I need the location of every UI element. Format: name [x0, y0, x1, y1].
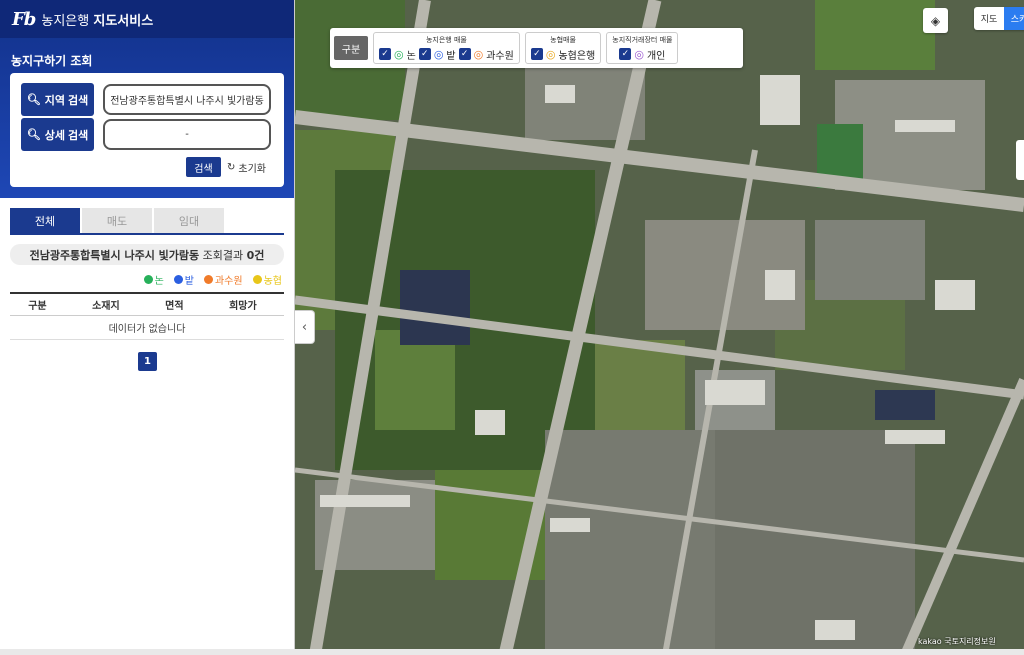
empty-message: 데이터가 없습니다 — [10, 315, 284, 340]
zoom-control[interactable] — [1016, 140, 1024, 180]
tab-rent[interactable]: 임대 — [154, 208, 224, 233]
checkbox-paddy[interactable]: ✓ — [379, 48, 391, 60]
refresh-icon: ↻ — [227, 161, 236, 173]
filter-group-farmbank: 농지은행 매물 ✓ ◎ 논 ✓ ◎ 밭 ✓ ◎ 과수원 — [373, 32, 520, 64]
legend-item: 밭 — [173, 272, 194, 287]
legend-item: 농협 — [252, 272, 282, 287]
blue-dot-icon — [173, 275, 183, 284]
search-panel: Fb 농지은행 지도서비스 농지구하기 조회 🔍︎ 지역 검색 전남광주통합특별… — [0, 0, 294, 198]
detail-search-button[interactable]: 🔍︎ 상세 검색 — [21, 118, 94, 151]
sidebar: Fb 농지은행 지도서비스 농지구하기 조회 🔍︎ 지역 검색 전남광주통합특별… — [0, 0, 295, 655]
map-pin-icon: ◎ — [433, 47, 444, 61]
layers-icon: ◈ — [930, 13, 941, 28]
map-filter-bar: 구분 농지은행 매물 ✓ ◎ 논 ✓ ◎ 밭 ✓ ◎ 과수원 농협매물 ✓ ◎ … — [330, 28, 743, 68]
tab-underline — [10, 233, 284, 235]
orange-dot-icon — [203, 275, 213, 284]
col-header: 면적 — [146, 292, 202, 316]
legend-item: 과수원 — [203, 272, 243, 287]
yellow-dot-icon — [252, 275, 262, 284]
filter-label: 구분 — [334, 36, 368, 60]
search-card: 🔍︎ 지역 검색 전남광주통합특별시 나주시 빛가람동 🔍︎ 상세 검색 - 검… — [10, 73, 284, 187]
legend-item: 논 — [143, 272, 164, 287]
region-field[interactable]: 전남광주통합특별시 나주시 빛가람동 — [103, 84, 271, 115]
detail-field[interactable]: - — [103, 119, 271, 150]
map-type-toggle: 지도 스카 — [974, 7, 1024, 30]
search-icon: 🔍︎ — [26, 129, 41, 141]
page-1-button[interactable]: 1 — [138, 352, 157, 371]
collapse-panel-button[interactable]: ‹ — [295, 310, 315, 344]
legend: 논 밭 과수원 농협 — [143, 272, 282, 287]
filter-group-direct: 농지직거래장터 매물 ✓ ◎ 개인 — [606, 32, 679, 64]
section-title: 농지구하기 조회 — [11, 54, 93, 68]
map-type-map[interactable]: 지도 — [974, 7, 1004, 30]
green-dot-icon — [143, 275, 153, 284]
region-search-button[interactable]: 🔍︎ 지역 검색 — [21, 83, 94, 116]
tab-sale[interactable]: 매도 — [82, 208, 152, 233]
checkbox-nh-bank[interactable]: ✓ — [530, 48, 543, 60]
horizontal-scrollbar[interactable] — [0, 649, 1024, 655]
search-icon: 🔍︎ — [26, 94, 41, 106]
checkbox-individual[interactable]: ✓ — [619, 48, 632, 60]
col-header: 구분 — [10, 292, 65, 316]
submit-search-button[interactable]: 검색 — [186, 157, 221, 177]
result-summary: 전남광주통합특별시 나주시 빛가람동 조회결과 0건 — [10, 244, 284, 265]
brand-logo: Fb — [12, 8, 36, 30]
map-imagery — [295, 0, 1024, 655]
checkbox-field[interactable]: ✓ — [418, 48, 431, 60]
tab-all[interactable]: 전체 — [10, 208, 80, 233]
reset-button[interactable]: ↻ 초기화 — [227, 157, 266, 177]
map-pin-icon: ◎ — [634, 47, 644, 61]
map-pin-icon: ◎ — [473, 47, 484, 61]
layers-button[interactable]: ◈ — [923, 8, 948, 33]
filter-group-nh: 농협매물 ✓ ◎ 농협은행 — [524, 32, 602, 64]
results-table: 구분 소재지 면적 희망가 데이터가 없습니다 — [10, 292, 284, 340]
tab-bar: 전체 매도 임대 — [10, 208, 224, 233]
col-header: 소재지 — [64, 292, 147, 316]
map-type-skyview[interactable]: 스카 — [1004, 7, 1024, 30]
checkbox-orchard[interactable]: ✓ — [458, 48, 471, 60]
app-title: 농지은행 지도서비스 — [41, 13, 154, 29]
satellite-map[interactable] — [295, 0, 1024, 655]
nh-marker-icon: ◎ — [545, 47, 556, 61]
chevron-left-icon: ‹ — [301, 319, 308, 335]
map-attribution: kakao 국토지리정보원 — [918, 637, 996, 646]
map-pin-icon: ◎ — [394, 47, 404, 61]
title-bar: Fb 농지은행 지도서비스 — [0, 0, 294, 38]
col-header: 희망가 — [201, 292, 284, 316]
